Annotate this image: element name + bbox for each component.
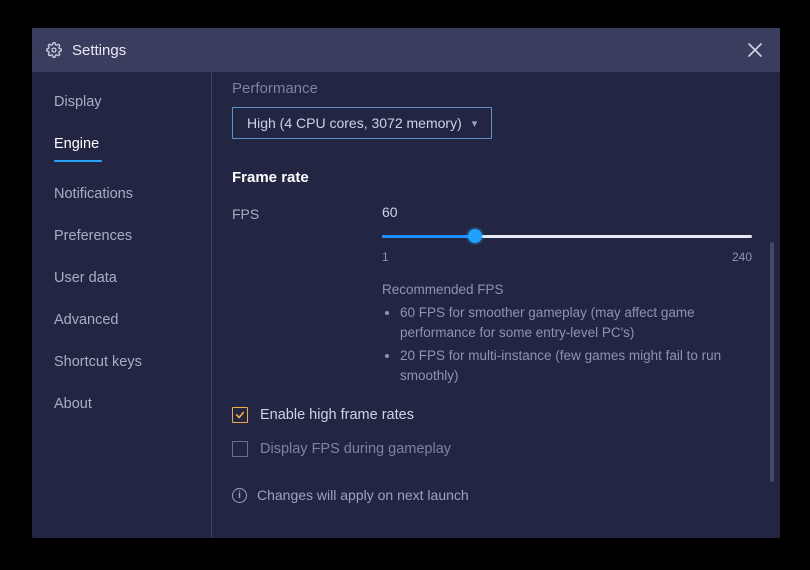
enable-high-framerate-label: Enable high frame rates: [260, 407, 414, 423]
recommended-fps-list: 60 FPS for smoother gameplay (may affect…: [382, 303, 752, 385]
fps-value: 60: [382, 204, 752, 220]
sidebar-item-label: Advanced: [54, 310, 119, 330]
settings-title: Settings: [72, 42, 126, 59]
display-fps-checkbox-row[interactable]: Display FPS during gameplay: [232, 441, 752, 457]
launch-notice: i Changes will apply on next launch: [232, 487, 752, 503]
performance-dropdown-value: High (4 CPU cores, 3072 memory): [247, 115, 462, 131]
performance-dropdown[interactable]: High (4 CPU cores, 3072 memory) ▾: [232, 107, 492, 139]
close-button[interactable]: [744, 39, 766, 61]
scrollbar[interactable]: [770, 242, 774, 482]
close-icon: [748, 43, 762, 57]
enable-high-framerate-checkbox-row[interactable]: Enable high frame rates: [232, 407, 752, 423]
sidebar-item-preferences[interactable]: Preferences: [32, 226, 211, 246]
slider-fill: [382, 235, 475, 238]
recommended-fps-title: Recommended FPS: [382, 282, 752, 297]
titlebar: Settings: [32, 28, 780, 72]
settings-body: Display Engine Notifications Preferences…: [32, 72, 780, 538]
check-icon: [235, 410, 245, 420]
fps-min: 1: [382, 250, 389, 264]
info-icon: i: [232, 488, 247, 503]
performance-section-title: Performance: [232, 80, 752, 97]
settings-content: Performance High (4 CPU cores, 3072 memo…: [212, 72, 780, 538]
sidebar-item-display[interactable]: Display: [32, 92, 211, 112]
display-fps-label: Display FPS during gameplay: [260, 441, 451, 457]
fps-slider[interactable]: [382, 228, 752, 244]
sidebar-item-label: Notifications: [54, 184, 133, 204]
enable-high-framerate-checkbox[interactable]: [232, 407, 248, 423]
framerate-section-title: Frame rate: [232, 169, 752, 186]
sidebar-item-shortcut-keys[interactable]: Shortcut keys: [32, 352, 211, 372]
sidebar-item-label: About: [54, 394, 92, 414]
sidebar-item-notifications[interactable]: Notifications: [32, 184, 211, 204]
chevron-down-icon: ▾: [472, 117, 478, 130]
display-fps-checkbox[interactable]: [232, 441, 248, 457]
fps-label: FPS: [232, 204, 362, 222]
gear-icon: [46, 42, 62, 58]
sidebar-item-label: Shortcut keys: [54, 352, 142, 372]
sidebar-item-label: Preferences: [54, 226, 132, 246]
sidebar-item-label: Engine: [54, 134, 99, 154]
fps-max: 240: [732, 250, 752, 264]
settings-modal: Settings Display Engine Notifications Pr…: [32, 28, 780, 538]
launch-notice-text: Changes will apply on next launch: [257, 487, 469, 503]
sidebar-item-about[interactable]: About: [32, 394, 211, 414]
sidebar-item-label: User data: [54, 268, 117, 288]
sidebar-item-label: Display: [54, 92, 102, 112]
sidebar-item-advanced[interactable]: Advanced: [32, 310, 211, 330]
slider-thumb[interactable]: [468, 229, 482, 243]
recommended-fps-item: 60 FPS for smoother gameplay (may affect…: [400, 303, 752, 342]
settings-sidebar: Display Engine Notifications Preferences…: [32, 72, 212, 538]
sidebar-item-user-data[interactable]: User data: [32, 268, 211, 288]
sidebar-item-engine[interactable]: Engine: [32, 134, 211, 162]
recommended-fps-item: 20 FPS for multi-instance (few games mig…: [400, 346, 752, 385]
